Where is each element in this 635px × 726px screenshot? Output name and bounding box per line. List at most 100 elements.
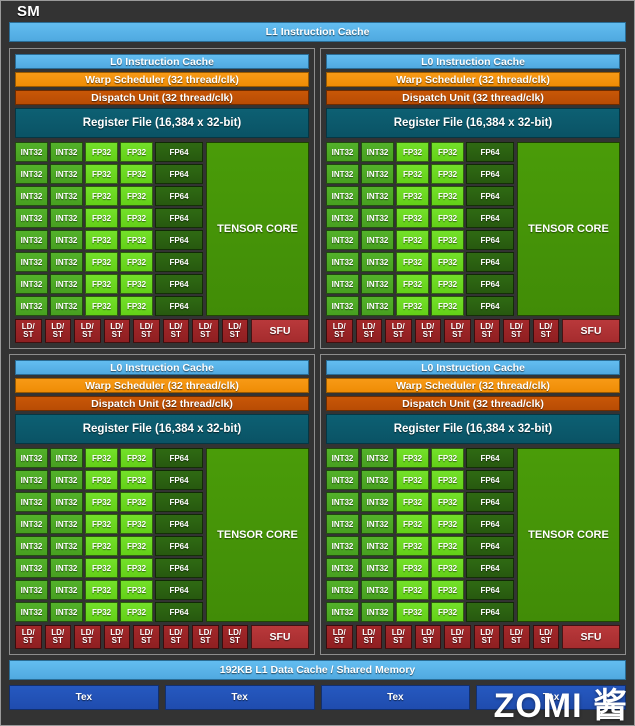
core-unit-fp64: FP64 — [466, 514, 514, 534]
core-unit-fp32: FP32 — [120, 492, 153, 512]
ldst-unit: LD/ST — [103, 319, 130, 343]
ldst-unit: LD/ST — [414, 625, 441, 649]
ldst-label-bottom: ST — [52, 636, 63, 645]
ldst-label-bottom: ST — [52, 330, 63, 339]
core-unit-fp32: FP32 — [85, 186, 118, 206]
core-unit-fp32: FP32 — [120, 296, 153, 316]
core-unit-int32: INT32 — [50, 536, 83, 556]
sfu-unit: SFU — [562, 319, 620, 343]
dispatch-unit: Dispatch Unit (32 thread/clk) — [15, 90, 309, 105]
ldst-label-bottom: ST — [111, 636, 122, 645]
core-column-fp64-5: FP64 FP64 FP64 FP64 FP64 FP64 FP64 FP64 — [155, 448, 203, 622]
ldst-unit: LD/ST — [133, 625, 160, 649]
core-unit-fp32: FP32 — [431, 274, 464, 294]
core-unit-int32: INT32 — [15, 558, 48, 578]
core-column-int32-1: INT32 INT32 INT32 INT32 INT32 INT32 INT32 INT32 — [15, 142, 48, 316]
core-columns: INT32 INT32 INT32 INT32 INT32 INT32 INT32 INT32… — [326, 448, 514, 622]
ldst-unit: LD/ST — [532, 319, 559, 343]
core-unit-int32: INT32 — [326, 448, 359, 468]
core-unit-fp32: FP32 — [120, 470, 153, 490]
core-unit-int32: INT32 — [15, 186, 48, 206]
core-unit-int32: INT32 — [361, 186, 394, 206]
core-unit-fp32: FP32 — [120, 274, 153, 294]
core-unit-fp32: FP32 — [120, 536, 153, 556]
core-column-int32-2: INT32 INT32 INT32 INT32 INT32 INT32 INT32 INT32 — [50, 448, 83, 622]
core-unit-int32: INT32 — [326, 558, 359, 578]
tex-unit-3: Tex — [320, 685, 471, 710]
ldst-unit: LD/ST — [385, 319, 412, 343]
core-unit-fp32: FP32 — [85, 296, 118, 316]
core-unit-fp32: FP32 — [431, 514, 464, 534]
warp-scheduler: Warp Scheduler (32 thread/clk) — [15, 72, 309, 87]
core-column-fp64-5: FP64 FP64 FP64 FP64 FP64 FP64 FP64 FP64 — [466, 142, 514, 316]
core-unit-fp32: FP32 — [431, 470, 464, 490]
core-unit-fp64: FP64 — [155, 492, 203, 512]
ldst-label-bottom: ST — [511, 330, 522, 339]
core-unit-int32: INT32 — [326, 252, 359, 272]
ldst-unit: LD/ST — [162, 319, 189, 343]
core-unit-fp64: FP64 — [155, 558, 203, 578]
ldst-unit: LD/ST — [326, 625, 353, 649]
core-unit-fp32: FP32 — [396, 208, 429, 228]
core-unit-fp32: FP32 — [396, 230, 429, 250]
core-unit-fp32: FP32 — [396, 296, 429, 316]
ldst-sfu-row: LD/ST LD/ST LD/ST LD/ST LD/ST LD/ST LD/ST LD/ST… — [326, 319, 620, 343]
dispatch-unit: Dispatch Unit (32 thread/clk) — [326, 90, 620, 105]
core-unit-int32: INT32 — [50, 580, 83, 600]
core-unit-fp64: FP64 — [155, 536, 203, 556]
core-unit-int32: INT32 — [361, 492, 394, 512]
core-unit-fp32: FP32 — [396, 142, 429, 162]
core-column-fp32-3: FP32 FP32 FP32 FP32 FP32 FP32 FP32 FP32 — [396, 448, 429, 622]
warp-scheduler: Warp Scheduler (32 thread/clk) — [326, 378, 620, 393]
core-unit-int32: INT32 — [15, 492, 48, 512]
core-unit-fp64: FP64 — [466, 580, 514, 600]
sfu-unit: SFU — [562, 625, 620, 649]
core-unit-int32: INT32 — [326, 492, 359, 512]
core-unit-fp32: FP32 — [431, 492, 464, 512]
core-unit-int32: INT32 — [326, 602, 359, 622]
core-unit-fp64: FP64 — [466, 536, 514, 556]
core-unit-fp32: FP32 — [85, 448, 118, 468]
core-unit-fp32: FP32 — [431, 208, 464, 228]
core-unit-fp32: FP32 — [396, 274, 429, 294]
core-unit-int32: INT32 — [50, 514, 83, 534]
core-unit-int32: INT32 — [50, 252, 83, 272]
core-unit-int32: INT32 — [361, 230, 394, 250]
ldst-unit: LD/ST — [133, 319, 160, 343]
register-file: Register File (16,384 x 32-bit) — [15, 414, 309, 444]
ldst-label-bottom: ST — [452, 330, 463, 339]
processing-block-1: L0 Instruction Cache Warp Scheduler (32 t… — [9, 48, 315, 349]
ldst-label-bottom: ST — [363, 330, 374, 339]
core-unit-int32: INT32 — [50, 230, 83, 250]
core-unit-fp32: FP32 — [120, 164, 153, 184]
core-unit-fp64: FP64 — [155, 296, 203, 316]
core-column-int32-1: INT32 INT32 INT32 INT32 INT32 INT32 INT32 INT32 — [326, 448, 359, 622]
core-unit-int32: INT32 — [15, 296, 48, 316]
tensor-core: TENSOR CORE — [517, 448, 620, 622]
ldst-sfu-row: LD/ST LD/ST LD/ST LD/ST LD/ST LD/ST LD/ST LD/ST… — [15, 319, 309, 343]
ldst-unit: LD/ST — [444, 625, 471, 649]
core-unit-fp32: FP32 — [85, 558, 118, 578]
core-unit-int32: INT32 — [50, 296, 83, 316]
core-unit-fp32: FP32 — [85, 602, 118, 622]
ldst-unit: LD/ST — [414, 319, 441, 343]
core-unit-fp64: FP64 — [155, 230, 203, 250]
core-unit-fp32: FP32 — [85, 580, 118, 600]
warp-scheduler: Warp Scheduler (32 thread/clk) — [326, 72, 620, 87]
core-array: INT32 INT32 INT32 INT32 INT32 INT32 INT32 INT32… — [326, 448, 620, 622]
core-unit-int32: INT32 — [50, 186, 83, 206]
ldst-unit: LD/ST — [473, 625, 500, 649]
core-unit-fp64: FP64 — [466, 274, 514, 294]
ldst-unit: LD/ST — [162, 625, 189, 649]
core-unit-fp32: FP32 — [85, 470, 118, 490]
core-unit-fp32: FP32 — [120, 448, 153, 468]
ldst-label-bottom: ST — [422, 330, 433, 339]
core-columns: INT32 INT32 INT32 INT32 INT32 INT32 INT32 INT32… — [15, 448, 203, 622]
ldst-unit: LD/ST — [15, 625, 42, 649]
ldst-unit: LD/ST — [74, 625, 101, 649]
core-unit-int32: INT32 — [50, 164, 83, 184]
l0-instruction-cache: L0 Instruction Cache — [15, 360, 309, 375]
ldst-label-bottom: ST — [229, 636, 240, 645]
core-unit-fp32: FP32 — [396, 536, 429, 556]
ldst-label-bottom: ST — [393, 330, 404, 339]
